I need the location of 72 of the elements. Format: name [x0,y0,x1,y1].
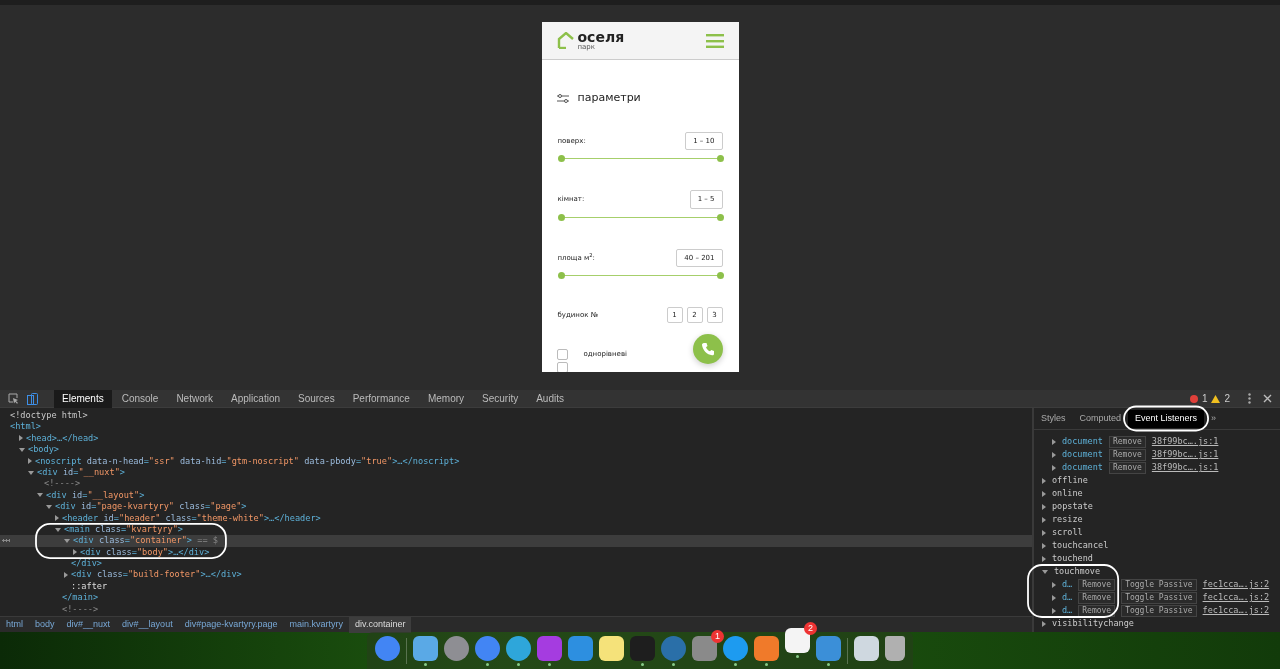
warning-count: 2 [1224,392,1230,406]
dom-node[interactable]: <div id="__nuxt"> [37,466,125,479]
listener-node[interactable]: d… [1062,591,1073,604]
devtools-tab[interactable]: Security [474,389,527,408]
source-link[interactable]: 38f99bc….js:1 [1151,448,1219,461]
remove-button[interactable]: Remove [1078,591,1116,604]
dom-node[interactable]: <head>…</head> [26,432,99,445]
dom-node[interactable]: <main class="kvartyry"> [64,523,184,536]
listener-node[interactable]: d… [1062,578,1073,591]
dom-node[interactable]: <noscript data-n-head="ssr" data-hid="gtm-noscript" data-pbody="true">…</noscript> [35,455,460,467]
source-link[interactable]: fec1cca….js:2 [1202,604,1270,617]
event-name[interactable]: touchmove [1054,565,1101,578]
breadcrumb[interactable]: div#__nuxt [60,616,117,633]
dom-node[interactable]: <div class="body">…</div> [80,546,210,559]
source-link[interactable]: fec1cca….js:2 [1202,578,1270,591]
event-name[interactable]: touchend [1052,552,1093,565]
devtools-tab[interactable]: Sources [290,389,343,408]
panel-tab[interactable]: Styles [1034,409,1073,428]
event-name[interactable]: popstate [1052,500,1093,513]
remove-button[interactable]: Remove [1108,461,1146,474]
devtools-tab[interactable]: Memory [419,389,473,408]
remove-button[interactable]: Remove [1078,604,1116,617]
devtools-tab[interactable]: Audits [528,389,572,408]
dom-node[interactable]: <div id="page-kvartyry" class="page"> [55,501,247,513]
listener-node[interactable]: document [1062,461,1103,474]
listener-node[interactable]: document [1062,448,1103,461]
devtools-tab[interactable]: Network [168,389,222,408]
devtools-tab[interactable]: Console [113,389,167,408]
source-link[interactable]: 38f99bc….js:1 [1151,461,1219,474]
dom-node[interactable]: <!----> [44,478,81,490]
panel-tab[interactable]: Event Listeners [1128,409,1205,428]
remove-button[interactable]: Remove [1078,578,1116,591]
dom-node[interactable]: <div class="container"> == $ [73,535,218,547]
listener-node[interactable]: d… [1062,604,1073,617]
breadcrumb[interactable]: div#__layout [116,616,179,633]
dom-node[interactable]: </div> [71,558,103,570]
breadcrumb[interactable]: div#page-kvartyry.page [178,616,284,633]
logo-name: оселя [577,30,625,44]
breadcrumb[interactable]: html [0,616,29,633]
dom-node[interactable]: ::after [71,580,108,593]
dom-node[interactable]: <div class="build-footer">…</div> [71,569,242,581]
highlighted-row[interactable]: <div class="container"> == $ [0,535,1032,547]
breadcrumb[interactable]: body [29,616,61,633]
error-count: 1 [1201,392,1208,406]
devtools-tab[interactable]: Application [223,389,288,408]
listener-node[interactable]: document [1062,435,1103,448]
devtools-tab[interactable]: Performance [344,389,418,408]
more-tabs-button[interactable]: » [1204,409,1224,428]
dom-node[interactable]: <html> [10,421,42,433]
event-name[interactable]: offline [1052,474,1088,487]
dom-node[interactable]: <header id="header" class="theme-white">…</header> [62,512,321,524]
dom-node[interactable]: <body> [28,444,60,456]
remove-button[interactable]: Remove [1108,448,1146,461]
toggle-passive-button[interactable]: Toggle Passive [1121,604,1197,617]
event-name[interactable]: online [1052,487,1083,500]
event-name[interactable]: resize [1052,513,1083,526]
remove-button[interactable]: Remove [1108,435,1146,448]
source-link[interactable]: fec1cca….js:2 [1202,591,1270,604]
toggle-passive-button[interactable]: Toggle Passive [1121,578,1197,591]
source-link[interactable]: 38f99bc….js:1 [1151,435,1219,448]
breadcrumb[interactable]: div.container [349,616,412,633]
toggle-passive-button[interactable]: Toggle Passive [1121,591,1197,604]
breadcrumb[interactable]: main.kvartyry [283,616,350,633]
event-name[interactable]: scroll [1052,526,1083,539]
filters-title: параметри [577,90,641,106]
dom-node[interactable]: <div id="__layout"> [46,489,145,502]
event-name[interactable]: visibilitychange [1052,617,1134,630]
dom-node[interactable]: <!----> [62,603,99,616]
event-name[interactable]: touchcancel [1052,539,1109,552]
panel-tab[interactable]: Computed [1072,409,1129,428]
dom-node[interactable]: <!doctype html> [10,410,88,422]
dom-node[interactable]: </main> [62,592,99,604]
